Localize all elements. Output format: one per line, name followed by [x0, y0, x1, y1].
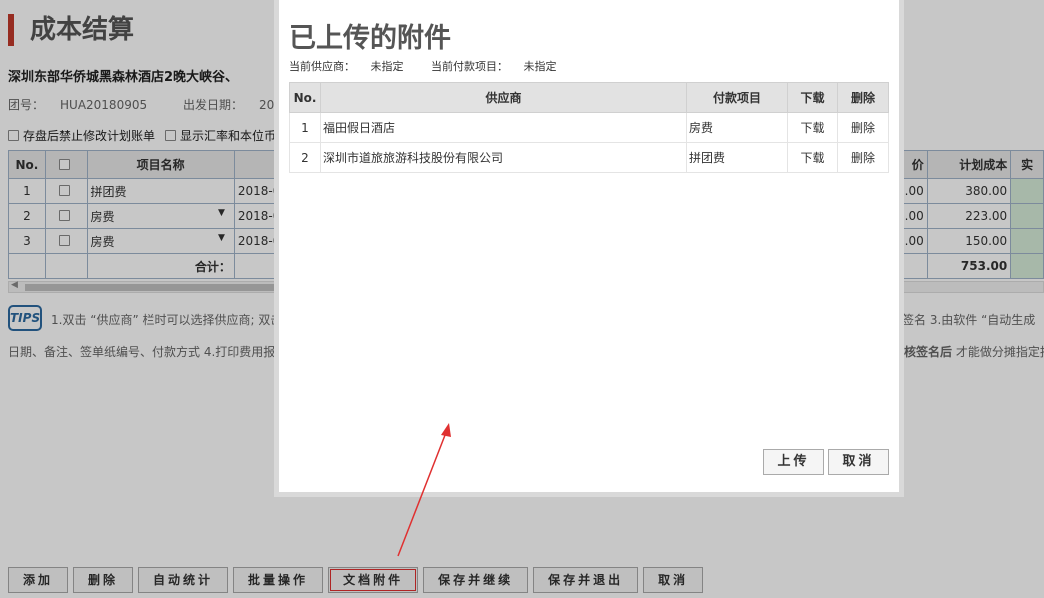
upload-button[interactable]: 上传 — [763, 449, 824, 475]
current-supplier: 当前供应商： 未指定 — [289, 60, 404, 73]
delete-link[interactable]: 删除 — [837, 142, 889, 173]
download-link[interactable]: 下载 — [787, 112, 838, 143]
download-link[interactable]: 下载 — [787, 142, 838, 173]
table-row: 1 福田假日酒店 房费 下载 删除 — [289, 112, 889, 143]
dialog-cancel-button[interactable]: 取消 — [828, 449, 889, 475]
dialog-body: 已上传的附件 当前供应商： 未指定 当前付款项目： 未指定 No. 供应商 付款… — [279, 0, 899, 492]
table-row: 2 深圳市道旅旅游科技股份有限公司 拼团费 下载 删除 — [289, 142, 889, 173]
attachments-dialog: 已上传的附件 当前供应商： 未指定 当前付款项目： 未指定 No. 供应商 付款… — [274, 0, 904, 497]
attachments-header: No. 供应商 付款项目 下载 删除 — [289, 82, 889, 113]
dialog-title: 已上传的附件 — [289, 23, 451, 54]
attachments-table: No. 供应商 付款项目 下载 删除 1 福田假日酒店 房费 下载 删除 2 深… — [289, 82, 889, 173]
dialog-context: 当前供应商： 未指定 当前付款项目： 未指定 — [289, 58, 581, 74]
current-payment-item: 当前付款项目： 未指定 — [431, 60, 557, 73]
delete-link[interactable]: 删除 — [837, 112, 889, 143]
